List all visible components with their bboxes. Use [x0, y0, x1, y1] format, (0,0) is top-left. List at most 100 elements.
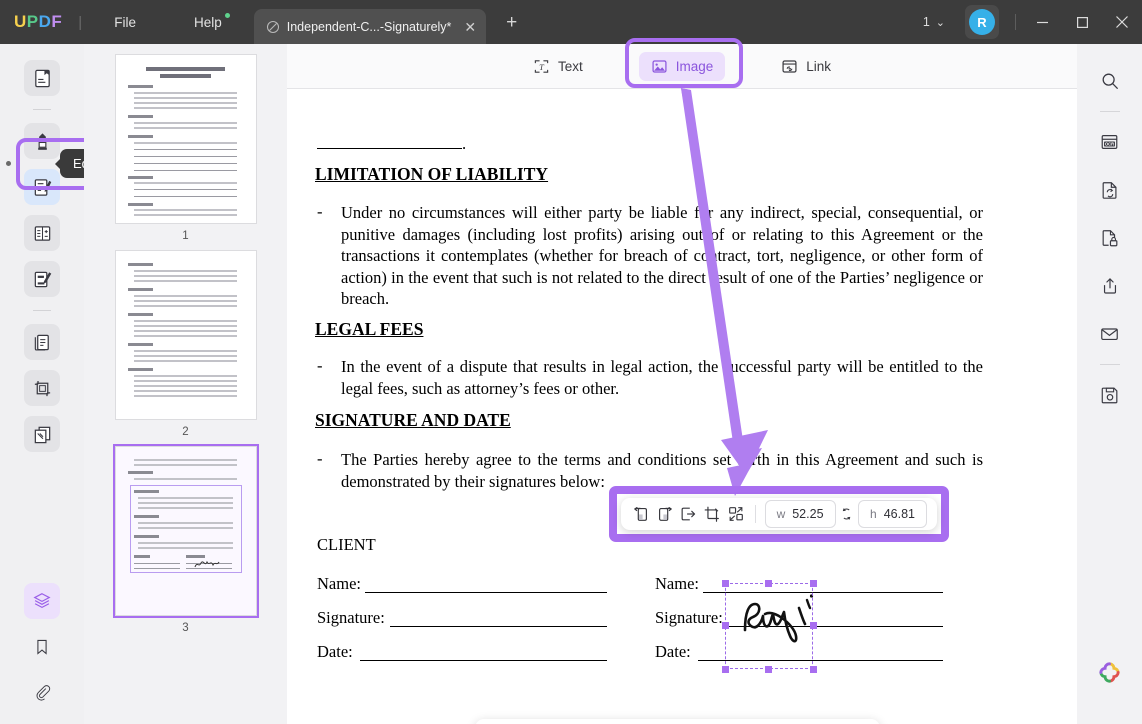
thumbnail-page-1[interactable] [114, 54, 257, 224]
lock-aspect-ratio-button[interactable] [840, 499, 855, 529]
sidebar-item-edit-pdf[interactable] [24, 169, 60, 205]
account-button[interactable]: R [965, 5, 999, 39]
thumbnail-panel[interactable]: 1 2 3 [84, 44, 287, 724]
edit-pdf-icon [34, 178, 51, 196]
crop-page-icon [34, 380, 50, 396]
sidebar-item-form[interactable] [24, 215, 60, 251]
resize-handle-e[interactable] [810, 622, 817, 629]
right-name-label: Name: [655, 574, 699, 593]
link-icon [782, 59, 797, 73]
page-navigation-toolbar[interactable]: 107% ▾ [475, 719, 880, 724]
sidebar-item-crop-page[interactable] [24, 370, 60, 406]
logo-letter-u: U [14, 12, 27, 31]
left-name-label: Name: [317, 574, 361, 593]
logo-letter-f: F [51, 12, 63, 31]
logo-separator: | [78, 13, 83, 31]
tab-image[interactable]: Image [638, 51, 726, 81]
convert-button[interactable] [1093, 173, 1127, 207]
tab-text[interactable]: T Text [521, 52, 595, 81]
tab-close-icon[interactable]: ✕ [464, 20, 476, 34]
page-count-selector[interactable]: 1 ⌄ [915, 15, 953, 29]
tab-link[interactable]: Link [769, 52, 843, 81]
tab-text-label: Text [557, 58, 583, 74]
crop-image-button[interactable] [702, 499, 722, 529]
close-icon [1116, 16, 1128, 28]
sidebar-item-reader[interactable] [24, 60, 60, 96]
resize-handle-s[interactable] [765, 666, 772, 673]
replace-image-button[interactable] [726, 499, 746, 529]
thumbnail-item[interactable]: 3 [84, 444, 287, 634]
menu-help[interactable]: Help [184, 10, 232, 35]
pdf-page[interactable]: . LIMITATION OF LIABILITY - Under no cir… [287, 89, 1077, 724]
blank-rule [317, 137, 462, 149]
save-button[interactable] [1093, 378, 1127, 412]
thumbnail-item[interactable]: 2 [84, 250, 287, 438]
thumbnail-page-number: 2 [182, 426, 189, 438]
thumbnail-item[interactable]: 1 [84, 54, 287, 242]
updf-logo: U P D F [14, 12, 62, 32]
resize-handle-sw[interactable] [722, 666, 729, 673]
sidebar-item-annotate[interactable] [24, 123, 60, 159]
resize-handle-nw[interactable] [722, 580, 729, 587]
menu-file[interactable]: File [104, 10, 146, 35]
left-rail-bottom [0, 578, 84, 716]
right-rail-divider-2 [1099, 364, 1120, 365]
thumbnail-page-number: 3 [182, 622, 189, 634]
left-date-label: Date: [317, 642, 353, 661]
protect-button[interactable] [1093, 221, 1127, 255]
rotate-left-button[interactable] [631, 499, 651, 529]
new-tab-button[interactable]: + [506, 13, 517, 32]
thumbnail-page-2[interactable] [114, 250, 257, 420]
replace-image-icon [729, 507, 743, 521]
logo-letter-p: P [26, 12, 39, 31]
batch-icon [34, 426, 50, 443]
save-icon [1101, 387, 1117, 404]
width-value: 52.25 [792, 507, 824, 521]
share-icon [1103, 278, 1116, 294]
share-button[interactable] [1093, 269, 1127, 303]
maximize-button[interactable] [1062, 0, 1102, 44]
minimize-button[interactable] [1022, 0, 1062, 44]
toolbar-divider [754, 505, 756, 523]
resize-handle-w[interactable] [722, 622, 729, 629]
left-tool-rail [0, 44, 84, 724]
page-count-value: 1 [922, 15, 930, 29]
sidebar-item-convert[interactable] [24, 324, 60, 360]
image-edit-toolbar[interactable]: w 52.25 h 46.81 [621, 498, 937, 530]
document-area: T Text Image Link . LIMITATION OF LIABIL… [287, 38, 1077, 724]
height-value: 46.81 [883, 507, 915, 521]
right-tool-rail: OCR [1077, 44, 1142, 724]
tab-title: Independent-C...-Signaturely* [286, 20, 452, 34]
right-rail-divider [1099, 111, 1120, 112]
section-body: In the event of a dispute that results i… [341, 357, 983, 398]
search-icon [1102, 73, 1118, 89]
sidebar-item-attachments[interactable] [24, 675, 60, 711]
trailing-blank-line: . [317, 134, 466, 154]
resize-handle-n[interactable] [765, 580, 772, 587]
svg-text:OCR: OCR [1105, 142, 1114, 147]
maximize-icon [1076, 16, 1088, 28]
ocr-button[interactable]: OCR [1093, 125, 1127, 159]
image-selection-box[interactable] [725, 583, 813, 669]
layers-icon [33, 593, 51, 609]
image-height-field[interactable]: h 46.81 [858, 500, 927, 528]
search-button[interactable] [1093, 64, 1127, 98]
image-width-field[interactable]: w 52.25 [764, 500, 836, 528]
sidebar-item-bookmarks[interactable] [24, 629, 60, 665]
thumbnail-page-3[interactable] [112, 444, 259, 618]
resize-handle-ne[interactable] [810, 580, 817, 587]
extract-image-button[interactable] [679, 499, 699, 529]
document-tab[interactable]: Independent-C...-Signaturely* ✕ [253, 9, 487, 45]
bullet-dash: - [317, 202, 323, 221]
mail-icon [1101, 328, 1118, 341]
ai-assistant-button[interactable] [1093, 655, 1127, 689]
email-button[interactable] [1093, 317, 1127, 351]
resize-handle-se[interactable] [810, 666, 817, 673]
close-button[interactable] [1102, 0, 1142, 44]
avatar: R [969, 9, 995, 35]
sidebar-item-fill-sign[interactable] [24, 261, 60, 297]
sidebar-item-layers[interactable] [24, 583, 60, 619]
rotate-right-button[interactable] [655, 499, 675, 529]
bookmark-icon [37, 639, 47, 655]
sidebar-item-batch[interactable] [24, 416, 60, 452]
